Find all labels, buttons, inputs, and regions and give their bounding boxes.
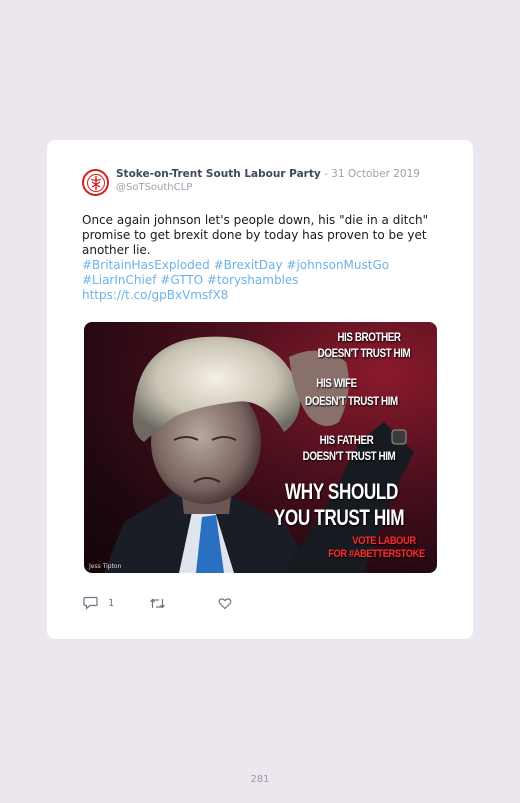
tweet-link[interactable]: https://t.co/gpBxVmsfX8: [82, 288, 437, 303]
overlay-line: HIS BROTHER: [337, 330, 401, 344]
reply-icon: [83, 596, 98, 610]
hashtag[interactable]: #toryshambles: [207, 273, 299, 287]
like-button[interactable]: [218, 597, 232, 610]
hashtag[interactable]: #GTTO: [160, 273, 203, 287]
hashtag[interactable]: #BrexitDay: [214, 258, 283, 272]
tweet-body: Once again johnson let's people down, hi…: [82, 213, 437, 303]
overlay-line: HIS WIFE: [316, 376, 357, 390]
heart-icon: [219, 597, 232, 609]
tweet-media-image[interactable]: HIS BROTHER DOESN'T TRUST HIM HIS WIFE D…: [84, 322, 437, 573]
hashtag-list: #BritainHasExploded #BrexitDay #johnsonM…: [82, 258, 437, 288]
reply-count: 1: [108, 597, 115, 609]
page-number: 281: [250, 774, 270, 785]
overlay-line: HIS FATHER: [319, 433, 374, 447]
reply-button[interactable]: 1: [83, 596, 114, 610]
author-handle[interactable]: @SoTSouthCLP: [116, 182, 192, 193]
hashtag[interactable]: #johnsonMustGo: [286, 258, 389, 272]
tweet-header: Stoke-on-Trent South Labour Party - 31 O…: [116, 168, 420, 180]
header-separator: -: [320, 168, 332, 180]
hashtag[interactable]: #LiarInChief: [82, 273, 156, 287]
retweet-icon: [150, 598, 166, 608]
overlay-red-line: VOTE LABOUR: [352, 535, 416, 547]
overlay-line: DOESN'T TRUST HIM: [302, 449, 396, 463]
hashtag[interactable]: #BritainHasExploded: [82, 258, 210, 272]
avatar[interactable]: [82, 169, 109, 196]
overlay-headline: WHY SHOULD: [284, 479, 399, 504]
author-name[interactable]: Stoke-on-Trent South Labour Party: [116, 168, 321, 180]
overlay-line: DOESN'T TRUST HIM: [317, 346, 411, 360]
tweet-actions: 1: [83, 596, 232, 610]
retweet-button[interactable]: [149, 597, 166, 610]
labour-logo-icon: [86, 173, 105, 192]
overlay-headline: YOU TRUST HIM: [273, 505, 405, 530]
photo-credit: Jess Tipton: [89, 563, 122, 570]
tweet-card: Stoke-on-Trent South Labour Party - 31 O…: [47, 140, 473, 639]
overlay-line: DOESN'T TRUST HIM: [305, 394, 398, 408]
overlay-red-line: FOR #ABETTERSTOKE: [328, 548, 425, 560]
tweet-date[interactable]: 31 October 2019: [331, 168, 420, 180]
tweet-text: Once again johnson let's people down, hi…: [82, 213, 429, 257]
